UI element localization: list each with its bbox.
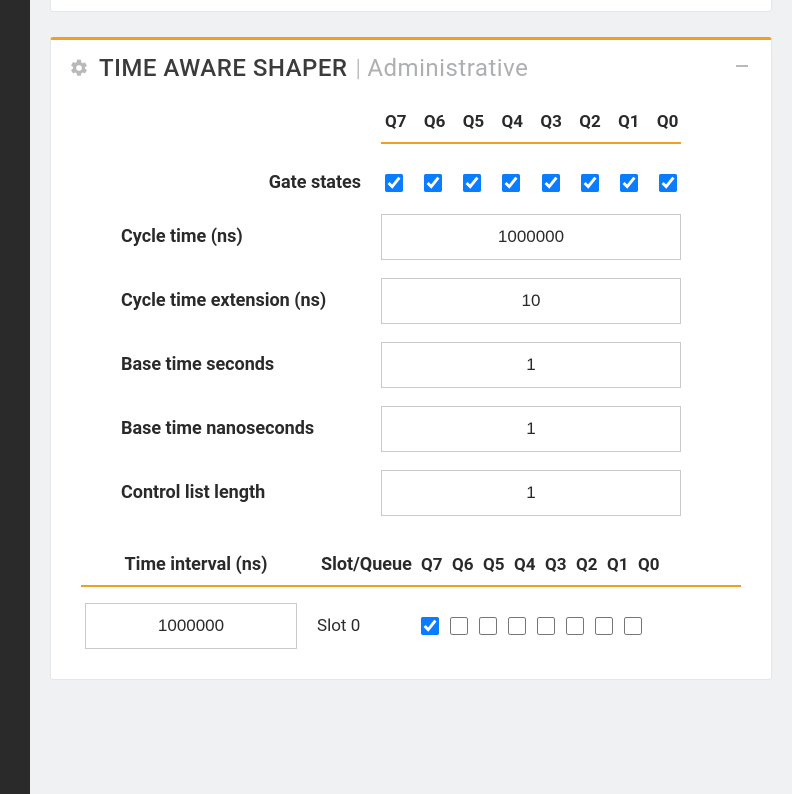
gate-states-row [381,174,681,192]
slot-0-label: Slot 0 [301,616,421,636]
queue-header: Q3 [545,555,565,575]
slot-0-time-interval-input[interactable] [85,603,297,649]
slot-0-q0[interactable] [624,617,642,635]
gate-state-q3[interactable] [542,174,560,192]
queue-header: Q6 [452,555,472,575]
gate-state-q6[interactable] [424,174,442,192]
queue-header: Q2 [576,555,596,575]
slot-0-q1[interactable] [595,617,613,635]
queue-header: Q4 [502,112,522,132]
gate-state-q2[interactable] [581,174,599,192]
base-time-sec-input[interactable] [381,342,681,388]
base-time-nsec-input[interactable] [381,406,681,452]
control-list-length-input[interactable] [381,470,681,516]
queue-header: Q7 [385,112,405,132]
slot-0-q2[interactable] [566,617,584,635]
panel-title-sep: | [356,54,362,82]
base-time-sec-label: Base time seconds [121,352,361,378]
slot-0-q5[interactable] [479,617,497,635]
slot-table-header: Time interval (ns) Slot/Queue Q7 Q6 Q5 Q… [81,554,741,587]
queue-header: Q0 [638,555,658,575]
queue-header: Q5 [463,112,483,132]
gate-state-q7[interactable] [385,174,403,192]
slot-0-q4[interactable] [508,617,526,635]
slot-row-0: Slot 0 [81,603,741,649]
slot-queue-header: Slot/Queue [311,554,421,575]
gate-state-q1[interactable] [620,174,638,192]
cycle-time-ext-input[interactable] [381,278,681,324]
panel-title-sub: Administrative [367,54,528,82]
prev-card-edge [50,0,772,12]
cycle-time-input[interactable] [381,214,681,260]
panel-title: TIME AWARE SHAPER | Administrative [69,54,528,82]
queue-header: Q0 [657,112,677,132]
queue-header: Q4 [514,555,534,575]
time-interval-header: Time interval (ns) [81,554,311,575]
base-time-nsec-label: Base time nanoseconds [121,416,361,442]
collapse-button[interactable] [731,57,753,79]
queue-header-row: Q7 Q6 Q5 Q4 Q3 Q2 Q1 Q0 [381,112,681,144]
cycle-time-ext-label: Cycle time extension (ns) [121,288,361,314]
slot-0-q7[interactable] [421,617,439,635]
queue-header: Q5 [483,555,503,575]
gate-state-q5[interactable] [463,174,481,192]
gate-states-label: Gate states [121,170,361,196]
panel-title-main: TIME AWARE SHAPER [99,54,348,82]
gate-state-q0[interactable] [659,174,677,192]
slot-0-q3[interactable] [537,617,555,635]
gate-state-q4[interactable] [502,174,520,192]
queue-header: Q1 [607,555,627,575]
queue-header: Q6 [424,112,444,132]
queue-header: Q1 [618,112,638,132]
sidebar [0,0,30,794]
gear-icon [69,58,89,78]
queue-header: Q2 [579,112,599,132]
slot-0-q6[interactable] [450,617,468,635]
queue-header: Q7 [421,555,441,575]
control-list-length-label: Control list length [121,480,361,506]
time-aware-shaper-panel: TIME AWARE SHAPER | Administrative Q7 Q6… [50,37,772,680]
cycle-time-label: Cycle time (ns) [121,224,361,250]
queue-header: Q3 [540,112,560,132]
